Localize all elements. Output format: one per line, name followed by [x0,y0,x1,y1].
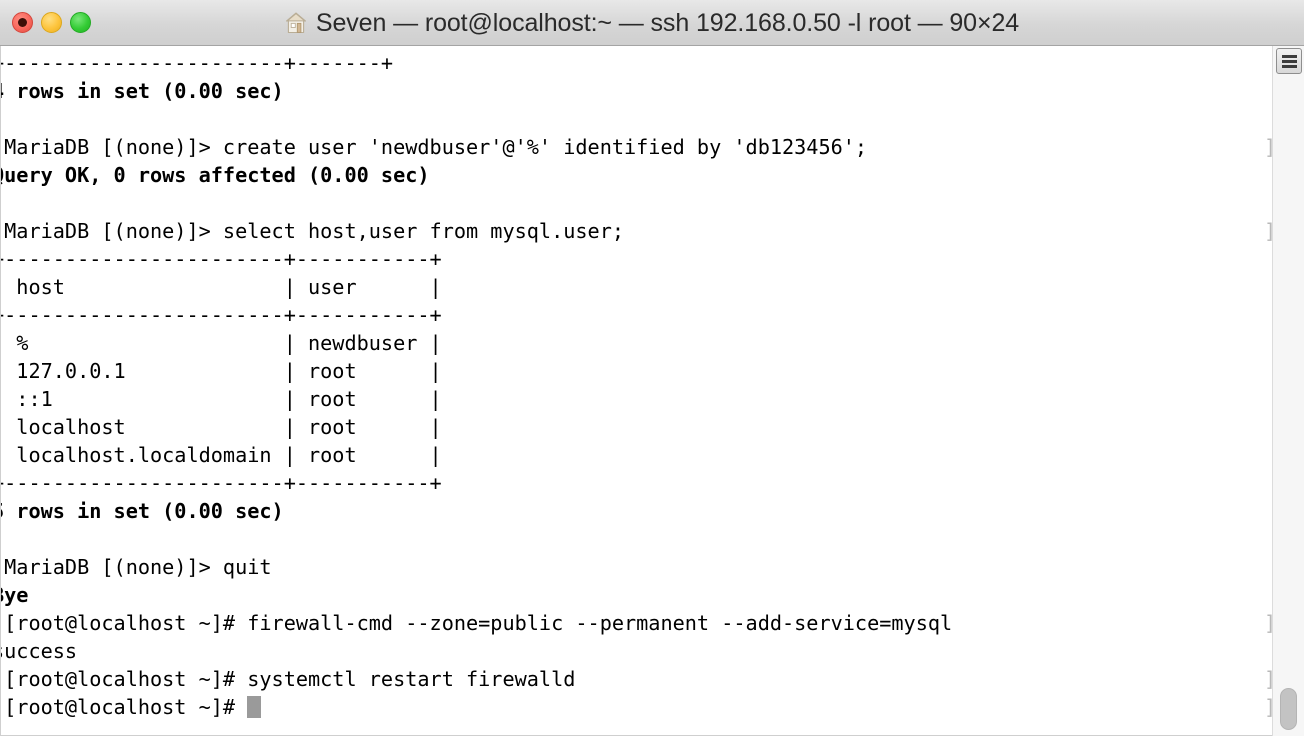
terminal-screen: +-----------------------+-------+ 4 rows … [0,49,1272,721]
terminal-cursor [247,696,262,718]
vertical-scrollbar[interactable] [1272,46,1304,736]
terminal-line: | localhost | root | [0,413,952,441]
line-wrap-marker-right: ] [1264,217,1272,245]
terminal-line-text: [[root@localhost ~]# [0,695,248,719]
terminal-line: | localhost.localdomain | root | [0,441,952,469]
close-button[interactable] [12,12,33,33]
terminal-line-text: [MariaDB [(none)]> select host,user from… [0,219,625,243]
window-title-group: Seven — root@localhost:~ — ssh 192.168.0… [0,0,1304,46]
terminal-line: [[root@localhost ~]# systemctl restart f… [0,665,1272,693]
terminal-line-text: | localhost.localdomain | root | [0,443,442,467]
terminal-line: 5 rows in set (0.00 sec) [0,497,952,525]
terminal-line-text: | % | newdbuser | [0,331,442,355]
terminal-line-text: 4 rows in set (0.00 sec) [0,79,284,103]
terminal-line-text: [MariaDB [(none)]> create user 'newdbuse… [0,135,868,159]
terminal-line: Bye [0,581,952,609]
terminal-line-text: [[root@localhost ~]# firewall-cmd --zone… [0,611,953,635]
terminal-line: +-----------------------+-------+ [0,49,952,77]
terminal-line: success [0,637,952,665]
window-titlebar: Seven — root@localhost:~ — ssh 192.168.0… [0,0,1304,46]
terminal-line: [MariaDB [(none)]> quit [0,553,952,581]
terminal-window: Seven — root@localhost:~ — ssh 192.168.0… [0,0,1304,736]
scrollbar-thumb[interactable] [1280,688,1297,730]
terminal-line: [[root@localhost ~]# ] [0,693,1272,721]
terminal-line: [MariaDB [(none)]> select host,user from… [0,217,1272,245]
terminal-line-text: 5 rows in set (0.00 sec) [0,499,284,523]
terminal-line: | 127.0.0.1 | root | [0,357,952,385]
terminal-line: | host | user | [0,273,952,301]
window-controls [12,12,91,33]
terminal-line: [[root@localhost ~]# firewall-cmd --zone… [0,609,1272,637]
terminal-line-text: +-----------------------+-----------+ [0,247,442,271]
terminal-line: | % | newdbuser | [0,329,952,357]
line-wrap-marker-right: ] [1264,133,1272,161]
terminal-line-text: +-----------------------+-------+ [0,51,394,75]
minimize-button[interactable] [41,12,62,33]
terminal-line: +-----------------------+-----------+ [0,469,952,497]
line-wrap-marker-right: ] [1264,693,1272,721]
terminal-line-text: [MariaDB [(none)]> quit [0,555,272,579]
terminal-line-text: | localhost | root | [0,415,442,439]
line-wrap-marker-right: ] [1264,609,1272,637]
terminal-line-text: | ::1 | root | [0,387,442,411]
terminal-line-text: Query OK, 0 rows affected (0.00 sec) [0,163,430,187]
terminal-line-text: | host | user | [0,275,442,299]
line-wrap-marker-right: ] [1264,665,1272,693]
maximize-button[interactable] [70,12,91,33]
terminal-line-text: +-----------------------+-----------+ [0,471,442,495]
terminal-line-text: | 127.0.0.1 | root | [0,359,442,383]
terminal-line-text: +-----------------------+-----------+ [0,303,442,327]
terminal-line: 4 rows in set (0.00 sec) [0,77,952,105]
terminal-line: +-----------------------+-----------+ [0,245,952,273]
terminal-line-text: Bye [0,583,29,607]
terminal-content-area[interactable]: +-----------------------+-------+ 4 rows … [0,46,1272,736]
terminal-line-text: success [0,639,78,663]
home-icon [285,12,306,34]
terminal-line: | ::1 | root | [0,385,952,413]
list-lines-icon[interactable] [1276,48,1302,74]
terminal-line-text: [[root@localhost ~]# systemctl restart f… [0,667,576,691]
terminal-line: Query OK, 0 rows affected (0.00 sec) [0,161,952,189]
terminal-line: [MariaDB [(none)]> create user 'newdbuse… [0,133,1272,161]
window-title: Seven — root@localhost:~ — ssh 192.168.0… [315,8,1020,37]
terminal-line: +-----------------------+-----------+ [0,301,952,329]
